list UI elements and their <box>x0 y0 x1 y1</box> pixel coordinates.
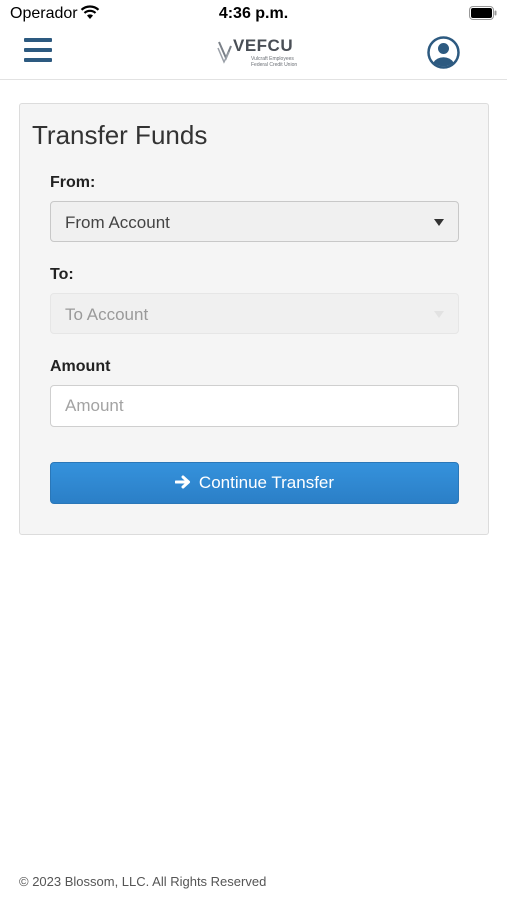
arrow-right-icon <box>174 475 190 489</box>
page-title: Transfer Funds <box>32 120 208 150</box>
status-time: 4:36 p.m. <box>218 5 289 22</box>
profile-button[interactable] <box>427 36 460 69</box>
to-account-value: To Account <box>65 305 149 324</box>
from-account-select[interactable]: From Account <box>50 201 459 242</box>
logo-name: VEFCU <box>233 36 294 55</box>
logo-mark-icon <box>217 41 232 64</box>
menu-button[interactable] <box>22 36 56 64</box>
status-bar: Operador 4:36 p.m. <box>0 0 507 28</box>
to-label: To: <box>50 266 74 283</box>
hamburger-icon-bar <box>24 58 52 62</box>
hamburger-icon-bar <box>24 48 52 52</box>
amount-label: Amount <box>50 358 111 375</box>
battery-icon <box>469 6 497 20</box>
chevron-down-icon <box>434 311 444 318</box>
from-label: From: <box>50 174 96 191</box>
user-circle-icon <box>427 36 460 69</box>
footer-copyright: © 2023 Blossom, LLC. All Rights Reserved <box>19 874 267 889</box>
to-account-select[interactable]: To Account <box>50 293 459 334</box>
chevron-down-icon <box>434 219 444 226</box>
vefcu-logo: VEFCU Vulcraft Employees Federal Credit … <box>215 36 298 70</box>
continue-transfer-label: Continue Transfer <box>198 473 335 492</box>
transfer-funds-card: Transfer Funds From: From Account To: To… <box>19 103 489 535</box>
amount-input[interactable] <box>50 385 459 427</box>
app-header: VEFCU Vulcraft Employees Federal Credit … <box>0 28 507 80</box>
continue-transfer-button[interactable]: Continue Transfer <box>50 462 459 504</box>
from-account-value: From Account <box>65 213 170 232</box>
hamburger-icon <box>24 38 52 42</box>
logo-subtitle-line2: Federal Credit Union <box>251 62 298 68</box>
